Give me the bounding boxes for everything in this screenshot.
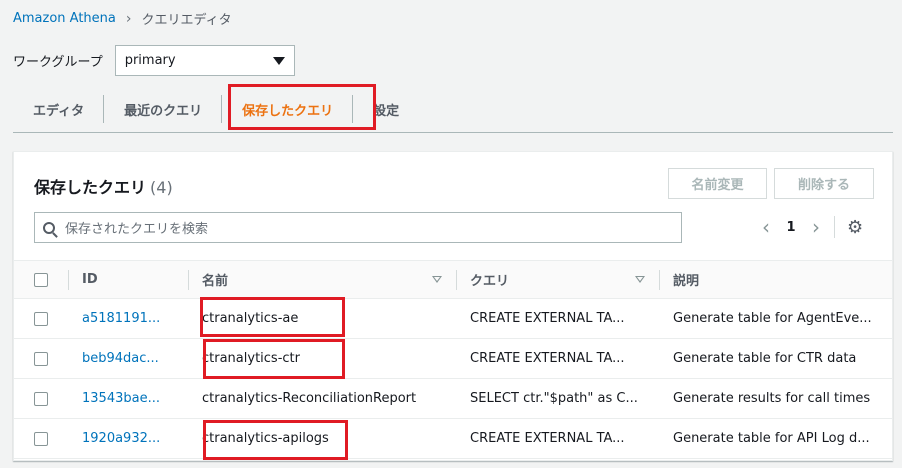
table-row[interactable]: beb94dac... ctranalytics-ctr CREATE EXTE… — [14, 338, 892, 379]
highlight-box-saved-tab — [228, 84, 376, 130]
row-checkbox[interactable] — [34, 431, 48, 446]
query-id-link[interactable]: 1920a932... — [82, 431, 160, 446]
breadcrumb-athena-link[interactable]: Amazon Athena — [13, 11, 116, 26]
query-description-cell: Generate results for call times — [659, 378, 892, 419]
workgroup-select[interactable]: primary — [114, 45, 295, 76]
column-id-label: ID — [82, 272, 98, 287]
column-query-label: クエリ — [470, 274, 510, 289]
query-description-cell: Generate table for API Log d... — [659, 418, 892, 459]
table-row[interactable]: 13543bae... ctranalytics-ReconciliationR… — [14, 378, 892, 419]
query-name-cell: ctranalytics-ReconciliationReport — [188, 378, 456, 419]
column-header-query[interactable]: クエリ — [456, 260, 659, 299]
row-checkbox[interactable] — [34, 391, 48, 406]
query-text-cell: CREATE EXTERNAL TA... — [456, 298, 659, 339]
search-input[interactable]: 保存されたクエリを検索 — [34, 212, 682, 243]
row-checkbox[interactable] — [34, 311, 48, 326]
caret-down-icon — [272, 56, 285, 65]
query-id-cell: 13543bae... — [68, 378, 188, 419]
workgroup-label: ワークグループ — [13, 55, 103, 70]
select-all-checkbox[interactable] — [34, 272, 48, 287]
row-checkbox-cell — [14, 378, 68, 419]
saved-queries-table: ID 名前 クエリ 説明 a5181191... ctranalytics-ae… — [14, 260, 892, 459]
tab-recent-queries[interactable]: 最近のクエリ — [104, 95, 223, 123]
gear-icon[interactable]: ⚙ — [847, 217, 863, 238]
search-placeholder: 保存されたクエリを検索 — [65, 222, 209, 237]
table-header-row: ID 名前 クエリ 説明 — [14, 260, 892, 299]
saved-query-count: (4) — [150, 178, 173, 197]
highlight-box-row-4 — [203, 420, 348, 460]
pager-divider — [834, 216, 835, 238]
table-row[interactable]: 1920a932... ctranalytics-apilogs CREATE … — [14, 418, 892, 459]
query-text-cell: CREATE EXTERNAL TA... — [456, 418, 659, 459]
sort-icon[interactable] — [635, 276, 645, 283]
column-header-name[interactable]: 名前 — [188, 260, 456, 299]
workgroup-selector: ワークグループ primary — [13, 45, 295, 76]
sort-icon[interactable] — [432, 276, 442, 283]
query-id-link[interactable]: beb94dac... — [82, 351, 159, 366]
query-id-link[interactable]: 13543bae... — [82, 391, 160, 406]
pagination: ‹ 1 › ⚙ — [754, 216, 863, 238]
chevron-right-icon: › — [125, 10, 132, 27]
query-id-cell: a5181191... — [68, 298, 188, 339]
row-checkbox-cell — [14, 338, 68, 379]
column-name-label: 名前 — [202, 274, 229, 289]
query-id-link[interactable]: a5181191... — [82, 311, 160, 326]
query-id-cell: 1920a932... — [68, 418, 188, 459]
query-text-cell: SELECT ctr."$path" as C... — [456, 378, 659, 419]
highlight-box-row-2 — [203, 339, 345, 379]
breadcrumb-current: クエリエディタ — [141, 13, 232, 28]
rename-button[interactable]: 名前変更 — [668, 168, 767, 199]
tab-editor[interactable]: エディタ — [13, 95, 105, 123]
query-text-cell: CREATE EXTERNAL TA... — [456, 338, 659, 379]
query-description-cell: Generate table for AgentEve... — [659, 298, 892, 339]
panel-title: 保存したクエリ (4) — [34, 174, 173, 198]
search-icon — [43, 221, 55, 234]
column-header-id[interactable]: ID — [68, 260, 188, 299]
delete-button[interactable]: 削除する — [774, 168, 874, 199]
chevron-left-icon[interactable]: ‹ — [754, 216, 778, 238]
breadcrumb: Amazon Athena › クエリエディタ — [13, 9, 232, 29]
query-description-cell: Generate table for CTR data — [659, 338, 892, 379]
saved-queries-panel: 保存したクエリ (4) 名前変更 削除する 保存されたクエリを検索 ‹ 1 › ⚙… — [13, 151, 893, 461]
row-checkbox[interactable] — [34, 351, 48, 366]
row-checkbox-cell — [14, 298, 68, 339]
query-id-cell: beb94dac... — [68, 338, 188, 379]
page-number[interactable]: 1 — [778, 220, 804, 235]
panel-title-text: 保存したクエリ — [34, 178, 147, 197]
tab-bar: エディタ 最近のクエリ 保存したクエリ 設定 — [13, 86, 893, 133]
column-description-label: 説明 — [673, 274, 700, 289]
table-row[interactable]: a5181191... ctranalytics-ae CREATE EXTER… — [14, 298, 892, 339]
workgroup-value: primary — [124, 53, 176, 68]
row-checkbox-cell — [14, 418, 68, 459]
highlight-box-row-1 — [200, 297, 345, 337]
column-header-description[interactable]: 説明 — [659, 260, 892, 299]
chevron-right-icon[interactable]: › — [804, 216, 828, 238]
select-all-cell — [14, 260, 68, 299]
